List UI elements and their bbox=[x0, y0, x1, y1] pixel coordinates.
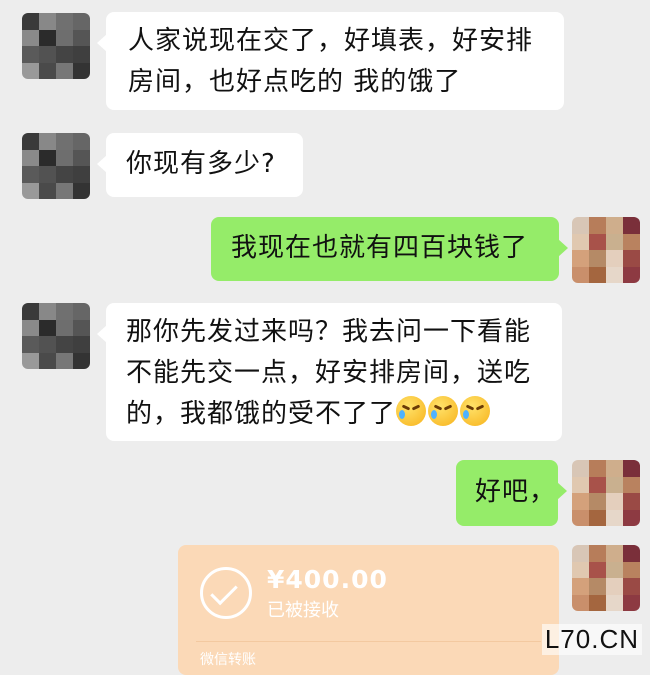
transfer-card[interactable]: ¥400.00 已被接收 微信转账 bbox=[178, 545, 559, 675]
crying-face-emoji bbox=[428, 396, 459, 426]
transfer-status: 已被接收 bbox=[267, 600, 339, 621]
transfer-amount: ¥400.00 bbox=[267, 565, 388, 594]
message-text-line: 房间，也好点吃的 我的饿了 bbox=[128, 67, 462, 97]
message-bubble-received[interactable]: 你现有多少? bbox=[97, 133, 303, 197]
transfer-label: 微信转账 bbox=[200, 652, 256, 668]
message-text-line: 人家说现在交了，好填表，好安排 bbox=[128, 26, 534, 56]
message-bubble-sent[interactable]: 我现在也就有四百块钱了 bbox=[211, 217, 568, 281]
user-avatar[interactable] bbox=[572, 217, 640, 283]
check-circle-icon bbox=[200, 567, 252, 619]
message-text-line: 你现有多少? bbox=[126, 149, 276, 179]
message-text-line: 那你先发过来吗？我去问一下看能 bbox=[126, 317, 532, 347]
divider bbox=[196, 641, 541, 642]
message-text-line: 不能先交一点，好安排房间，送吃 bbox=[126, 358, 532, 388]
watermark: L70.CN bbox=[541, 624, 642, 655]
user-avatar[interactable] bbox=[572, 460, 640, 526]
message-bubble-sent[interactable]: 好吧， bbox=[456, 460, 567, 526]
message-bubble-received[interactable]: 人家说现在交了，好填表，好安排 房间，也好点吃的 我的饿了 bbox=[97, 12, 564, 110]
message-text-line: 我现在也就有四百块钱了 bbox=[231, 233, 529, 263]
message-text-line: 好吧， bbox=[475, 477, 557, 507]
message-bubble-received[interactable]: 那你先发过来吗？我去问一下看能 不能先交一点，好安排房间，送吃 的，我都饿的受不… bbox=[97, 303, 562, 441]
contact-avatar[interactable] bbox=[22, 303, 90, 369]
crying-face-emoji bbox=[460, 396, 491, 426]
contact-avatar[interactable] bbox=[22, 133, 90, 199]
user-avatar[interactable] bbox=[572, 545, 640, 611]
crying-face-emoji bbox=[396, 396, 427, 426]
message-text-line: 的，我都饿的受不了了 bbox=[126, 399, 397, 429]
contact-avatar[interactable] bbox=[22, 13, 90, 79]
